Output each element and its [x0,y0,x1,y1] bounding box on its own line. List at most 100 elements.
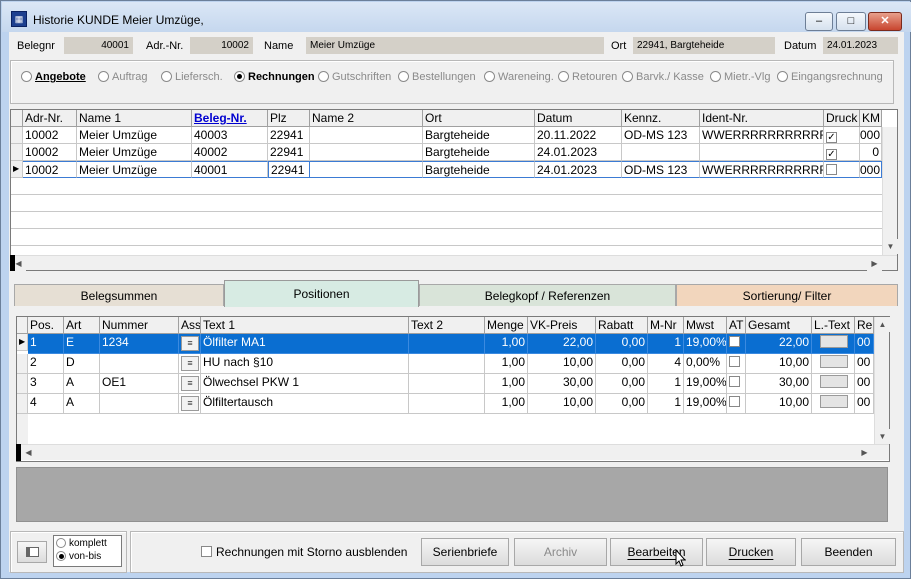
table-cell[interactable]: 0,00 [596,354,648,374]
col-adrnr[interactable]: Adr-Nr. [23,110,77,127]
table-cell[interactable]: 10,00 [528,394,596,414]
radio-von-bis[interactable]: von-bis [56,551,101,562]
beenden-button[interactable]: Beenden [801,538,896,566]
ltext-cell[interactable] [812,354,855,374]
table-cell[interactable]: Ölfilter MA1 [201,334,409,354]
table-cell[interactable] [409,374,485,394]
at-checkbox[interactable] [727,354,746,374]
col-gesamt[interactable]: Gesamt [746,317,812,334]
notes-icon[interactable] [820,355,848,368]
table-cell[interactable]: 0,00% [684,354,727,374]
document-grid-hscroll[interactable]: ◀ ▶ [11,255,897,271]
col-plz[interactable]: Plz [268,110,310,127]
druck-checkbox[interactable]: ✓ [824,144,860,161]
tab-positionen[interactable]: Positionen [224,280,419,307]
col-name2[interactable]: Name 2 [310,110,423,127]
ass-cell[interactable]: ≡ [179,374,201,394]
table-cell[interactable]: 0,00 [596,394,648,414]
at-checkbox[interactable] [727,334,746,354]
table-cell[interactable]: 1234 [100,334,179,354]
col-mwst[interactable]: Mwst [684,317,727,334]
col-ort[interactable]: Ort [423,110,535,127]
table-cell[interactable]: Bargteheide [423,127,535,144]
table-cell[interactable]: 30,00 [528,374,596,394]
col-art[interactable]: Art [64,317,100,334]
table-cell[interactable]: HU nach §10 [201,354,409,374]
table-cell[interactable]: 40003 [192,127,268,144]
scroll-up-icon[interactable]: ▲ [875,317,890,332]
positions-grid-hscroll[interactable]: ◀ ▶ [17,444,889,460]
notes-icon[interactable] [820,375,848,388]
ass-cell[interactable]: ≡ [179,394,201,414]
tab-belegkopf[interactable]: Belegkopf / Referenzen [419,284,676,306]
table-cell[interactable]: WWERRRRRRRRRRRR [700,161,824,178]
col-mnr[interactable]: M-Nr [648,317,684,334]
table-cell[interactable] [622,144,700,161]
scroll-left-icon[interactable]: ◀ [21,445,36,460]
scroll-right-icon[interactable]: ▶ [867,256,882,271]
col-rabatt[interactable]: Rabatt [596,317,648,334]
table-cell[interactable]: Meier Umzüge [77,161,192,178]
table-cell[interactable]: 22941 [268,127,310,144]
table-cell[interactable]: 20.11.2022 [535,127,622,144]
list-icon[interactable]: ≡ [181,356,199,371]
table-cell[interactable]: 19,00% [684,394,727,414]
table-cell[interactable]: 1,00 [485,374,528,394]
list-icon[interactable]: ≡ [181,376,199,391]
table-cell[interactable]: 1 [28,334,64,354]
table-cell[interactable]: Ölfiltertausch [201,394,409,414]
document-grid-vscroll[interactable]: ▼ [882,127,898,255]
table-cell[interactable]: Meier Umzüge [77,127,192,144]
table-cell[interactable]: OE1 [100,374,179,394]
radio-eingangsrechnung[interactable]: Eingangsrechnung [777,71,883,83]
radio-gutschriften[interactable]: Gutschriften [318,71,391,83]
radio-mietvertrag[interactable]: Mietr.-Vlg [710,71,770,83]
radio-wareneingang[interactable]: Wareneing. [484,71,554,83]
table-cell[interactable]: Meier Umzüge [77,144,192,161]
table-cell[interactable]: OD-MS 123 [622,127,700,144]
list-icon[interactable]: ≡ [181,396,199,411]
col-km[interactable]: KM [860,110,882,127]
col-vkpreis[interactable]: VK-Preis [528,317,596,334]
at-checkbox[interactable] [727,374,746,394]
table-cell[interactable] [409,334,485,354]
col-menge[interactable]: Menge [485,317,528,334]
col-text2[interactable]: Text 2 [409,317,485,334]
ltext-cell[interactable] [812,374,855,394]
col-kennz[interactable]: Kennz. [622,110,700,127]
table-cell[interactable]: 2 [28,354,64,374]
bearbeiten-button[interactable]: Bearbeiten [610,538,703,566]
table-cell[interactable]: 00 [855,334,874,354]
ltext-cell[interactable] [812,394,855,414]
positions-grid-vscroll[interactable]: ▲ ▼ [874,317,890,444]
table-cell[interactable]: 24.01.2023 [535,144,622,161]
serienbriefe-button[interactable]: Serienbriefe [421,538,509,566]
table-cell[interactable]: 10002 [23,127,77,144]
table-cell[interactable]: Bargteheide [423,161,535,178]
table-cell[interactable]: 000 [860,161,882,178]
table-cell[interactable]: 4 [648,354,684,374]
table-cell-active[interactable]: 22941 [268,161,310,178]
at-checkbox[interactable] [727,394,746,414]
archiv-button[interactable]: Archiv [514,538,607,566]
table-cell[interactable]: 22,00 [528,334,596,354]
table-cell[interactable]: WWERRRRRRRRRRRR [700,127,824,144]
table-cell[interactable] [310,127,423,144]
table-cell[interactable]: 0 [860,144,882,161]
drucken-button[interactable]: Drucken [706,538,796,566]
table-cell[interactable]: 00 [855,354,874,374]
col-ass[interactable]: Ass [179,317,201,334]
close-button[interactable]: ✕ [868,12,902,31]
druck-checkbox[interactable] [824,161,860,178]
scroll-right-icon[interactable]: ▶ [857,445,872,460]
table-cell[interactable]: 19,00% [684,374,727,394]
minimize-button[interactable]: – [805,12,833,31]
table-cell[interactable]: 10,00 [746,394,812,414]
radio-angebote[interactable]: Angebote [21,71,86,83]
table-cell[interactable]: A [64,374,100,394]
notes-icon[interactable] [820,335,848,348]
table-cell[interactable]: 10002 [23,161,77,178]
table-cell[interactable] [100,394,179,414]
table-cell[interactable]: Ölwechsel PKW 1 [201,374,409,394]
storno-checkbox[interactable]: Rechnungen mit Storno ausblenden [201,545,407,559]
